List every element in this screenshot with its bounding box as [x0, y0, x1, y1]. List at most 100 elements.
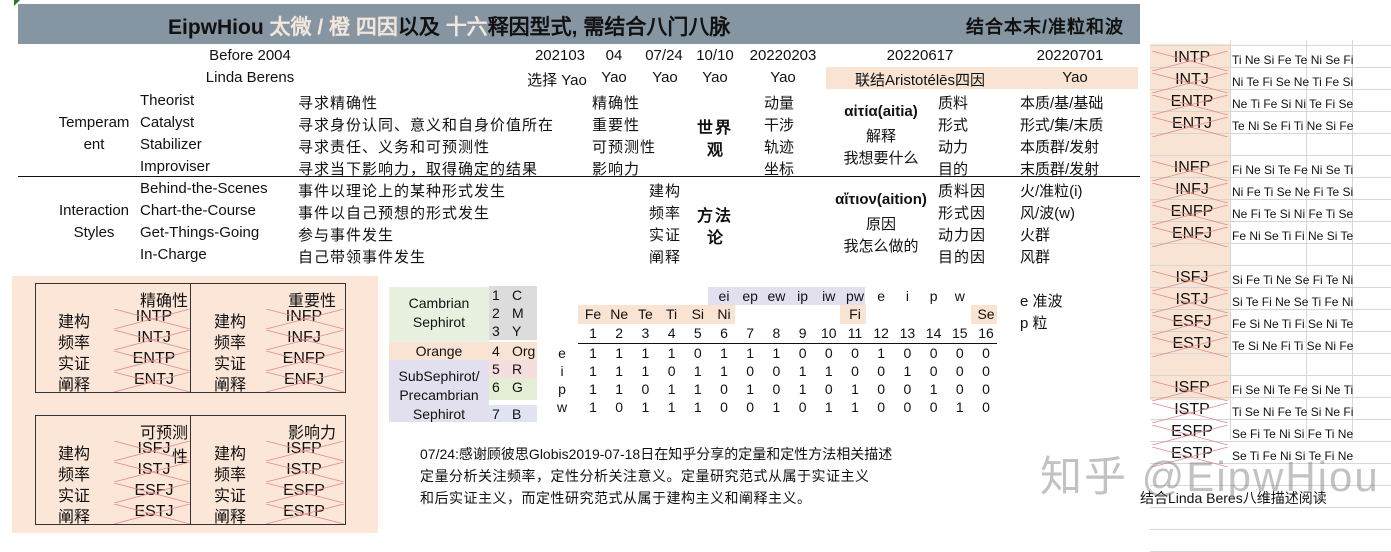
matrix-column-number: 6	[720, 325, 728, 341]
matrix-cell: 0	[955, 381, 964, 397]
function-sequence: Fe Ni Se Ti Fi Ne Si Te	[1232, 229, 1354, 243]
matrix-legend-item: p 粒	[1020, 315, 1048, 332]
matrix-cell: 1	[641, 345, 650, 361]
matrix-cell: 1	[824, 399, 833, 415]
aitia-title: αἰτία(aitia)	[844, 103, 918, 120]
matrix-cell: 1	[903, 363, 912, 379]
temperament-label-line2: ent	[83, 136, 105, 153]
matrix-cell: 0	[720, 399, 728, 415]
temperament-col5: 轨迹	[764, 139, 795, 156]
matrix-cell: 1	[824, 363, 833, 379]
matrix-cell: 0	[693, 345, 702, 361]
interaction-label-line1: Interaction	[58, 202, 130, 219]
header-date: 20220203	[749, 47, 817, 64]
matrix-cell: 1	[641, 399, 650, 415]
sephirot-item-code: G	[512, 379, 523, 395]
worldview-label-line1: 世界	[696, 120, 733, 137]
matrix-combo-label: ei	[718, 288, 730, 304]
sephirot-group-label: Sephirot	[412, 314, 466, 330]
type-label: ENTP	[1170, 93, 1214, 110]
grid-line	[1150, 331, 1391, 332]
note-line: 定量分析关注频率，定性分析关注意义。定量研究范式从属于实证主义	[420, 468, 870, 484]
matrix-cell: 1	[615, 363, 624, 379]
sephirot-item-code: Y	[512, 323, 522, 339]
sephirot-item-number: 7	[492, 406, 500, 422]
grid-line	[1150, 133, 1391, 134]
title-part-highlight: 太微 / 橙 四因	[269, 16, 398, 39]
matrix-column-number: 10	[821, 325, 837, 341]
matrix-cell: 0	[746, 399, 755, 415]
matrix-cell: 1	[851, 399, 859, 415]
grid-line	[1230, 40, 1231, 440]
matrix-row-label: w	[556, 399, 568, 415]
matrix-cell: 1	[667, 399, 676, 415]
interaction-method: 建构	[649, 183, 682, 200]
box-row-label: 阐释	[214, 377, 247, 394]
matrix-cell: 1	[851, 381, 859, 397]
matrix-cell: 0	[982, 399, 990, 415]
type-label: ISFJ	[1175, 269, 1209, 286]
grid-line	[1150, 529, 1391, 530]
temperament-mapping: 形式/集/末质	[1020, 117, 1104, 134]
matrix-combo-label: e	[877, 288, 886, 304]
grid-line	[1150, 353, 1391, 354]
matrix-column-number: 11	[847, 325, 863, 341]
matrix-combo-label: ew	[767, 288, 786, 304]
grid-line	[1150, 397, 1391, 398]
header-author: Linda Berens	[205, 69, 295, 86]
grid-line	[1150, 287, 1391, 288]
matrix-combo-label: pw	[846, 288, 864, 304]
grid-line	[1150, 309, 1391, 310]
matrix-cell: 1	[641, 363, 650, 379]
matrix-column-number: 3	[641, 325, 650, 341]
grid-line	[1150, 441, 1391, 442]
watermark: 知乎 @EipwHiou	[1040, 453, 1380, 500]
matrix-cell: 1	[720, 345, 728, 361]
sephirot-item-number: 2	[492, 305, 500, 321]
header-date: 07/24	[645, 47, 683, 64]
title-part: EipwHiou	[168, 16, 270, 39]
function-sequence: Ne Ti Fe Si Ni Te Fi Se	[1232, 97, 1354, 111]
matrix-column-number: 9	[798, 325, 807, 341]
header-row2-item: Yao	[702, 69, 728, 86]
matrix-column-number: 12	[873, 325, 889, 341]
matrix-cell: 0	[877, 399, 886, 415]
type-label: ISTJ	[1175, 291, 1209, 308]
sephirot-item-number: 3	[492, 323, 500, 339]
matrix-column-number: 2	[615, 325, 624, 341]
matrix-cell: 0	[824, 345, 833, 361]
sephirot-item-code: Org	[512, 343, 536, 359]
matrix-cell: 0	[929, 345, 938, 361]
matrix-column-number: 13	[899, 325, 916, 341]
matrix-column-number: 7	[746, 325, 755, 341]
box-type-left: ENTP	[132, 350, 176, 367]
box-type-left: ISTJ	[137, 461, 171, 478]
matrix-cell: 1	[615, 345, 624, 361]
matrix-cell: 1	[746, 345, 755, 361]
matrix-cell: 0	[982, 345, 990, 361]
type-label: INFJ	[1175, 181, 1209, 198]
box-row-label: 阐释	[214, 509, 247, 526]
type-label: ISFP	[1174, 379, 1210, 396]
matrix-cell: 1	[798, 363, 807, 379]
matrix-cell: 0	[955, 363, 964, 379]
function-sequence: Ti Se Ni Fe Te Si Ne Fi	[1232, 405, 1354, 419]
matrix-cell: 0	[772, 381, 781, 397]
interaction-desc: 事件以理论上的某种形式发生	[298, 183, 507, 200]
matrix-function-label: Si	[691, 306, 705, 322]
temperament-type: Catalyst	[140, 114, 195, 131]
grid-line	[1150, 45, 1391, 46]
function-sequence: Si Fe Ti Ne Se Fi Te Ni	[1232, 273, 1354, 287]
function-sequence: Fi Ne Si Te Fe Ni Se Ti	[1232, 163, 1354, 177]
matrix-cell: 1	[589, 363, 597, 379]
interaction-desc: 事件以自己预想的形式发生	[298, 205, 491, 222]
matrix-cell: 1	[693, 399, 702, 415]
matrix-column-number: 14	[925, 325, 942, 341]
matrix-combo-label: iw	[822, 288, 836, 304]
matrix-cell: 0	[667, 363, 676, 379]
matrix-column-number: 8	[772, 325, 781, 341]
page-title: EipwHiou 太微 / 橙 四因以及 十六释因型式, 需结合八门八脉	[168, 11, 730, 41]
matrix-combo-label: w	[954, 288, 965, 304]
interaction-type: Chart-the-Course	[140, 202, 256, 219]
matrix-cell: 1	[667, 345, 676, 361]
